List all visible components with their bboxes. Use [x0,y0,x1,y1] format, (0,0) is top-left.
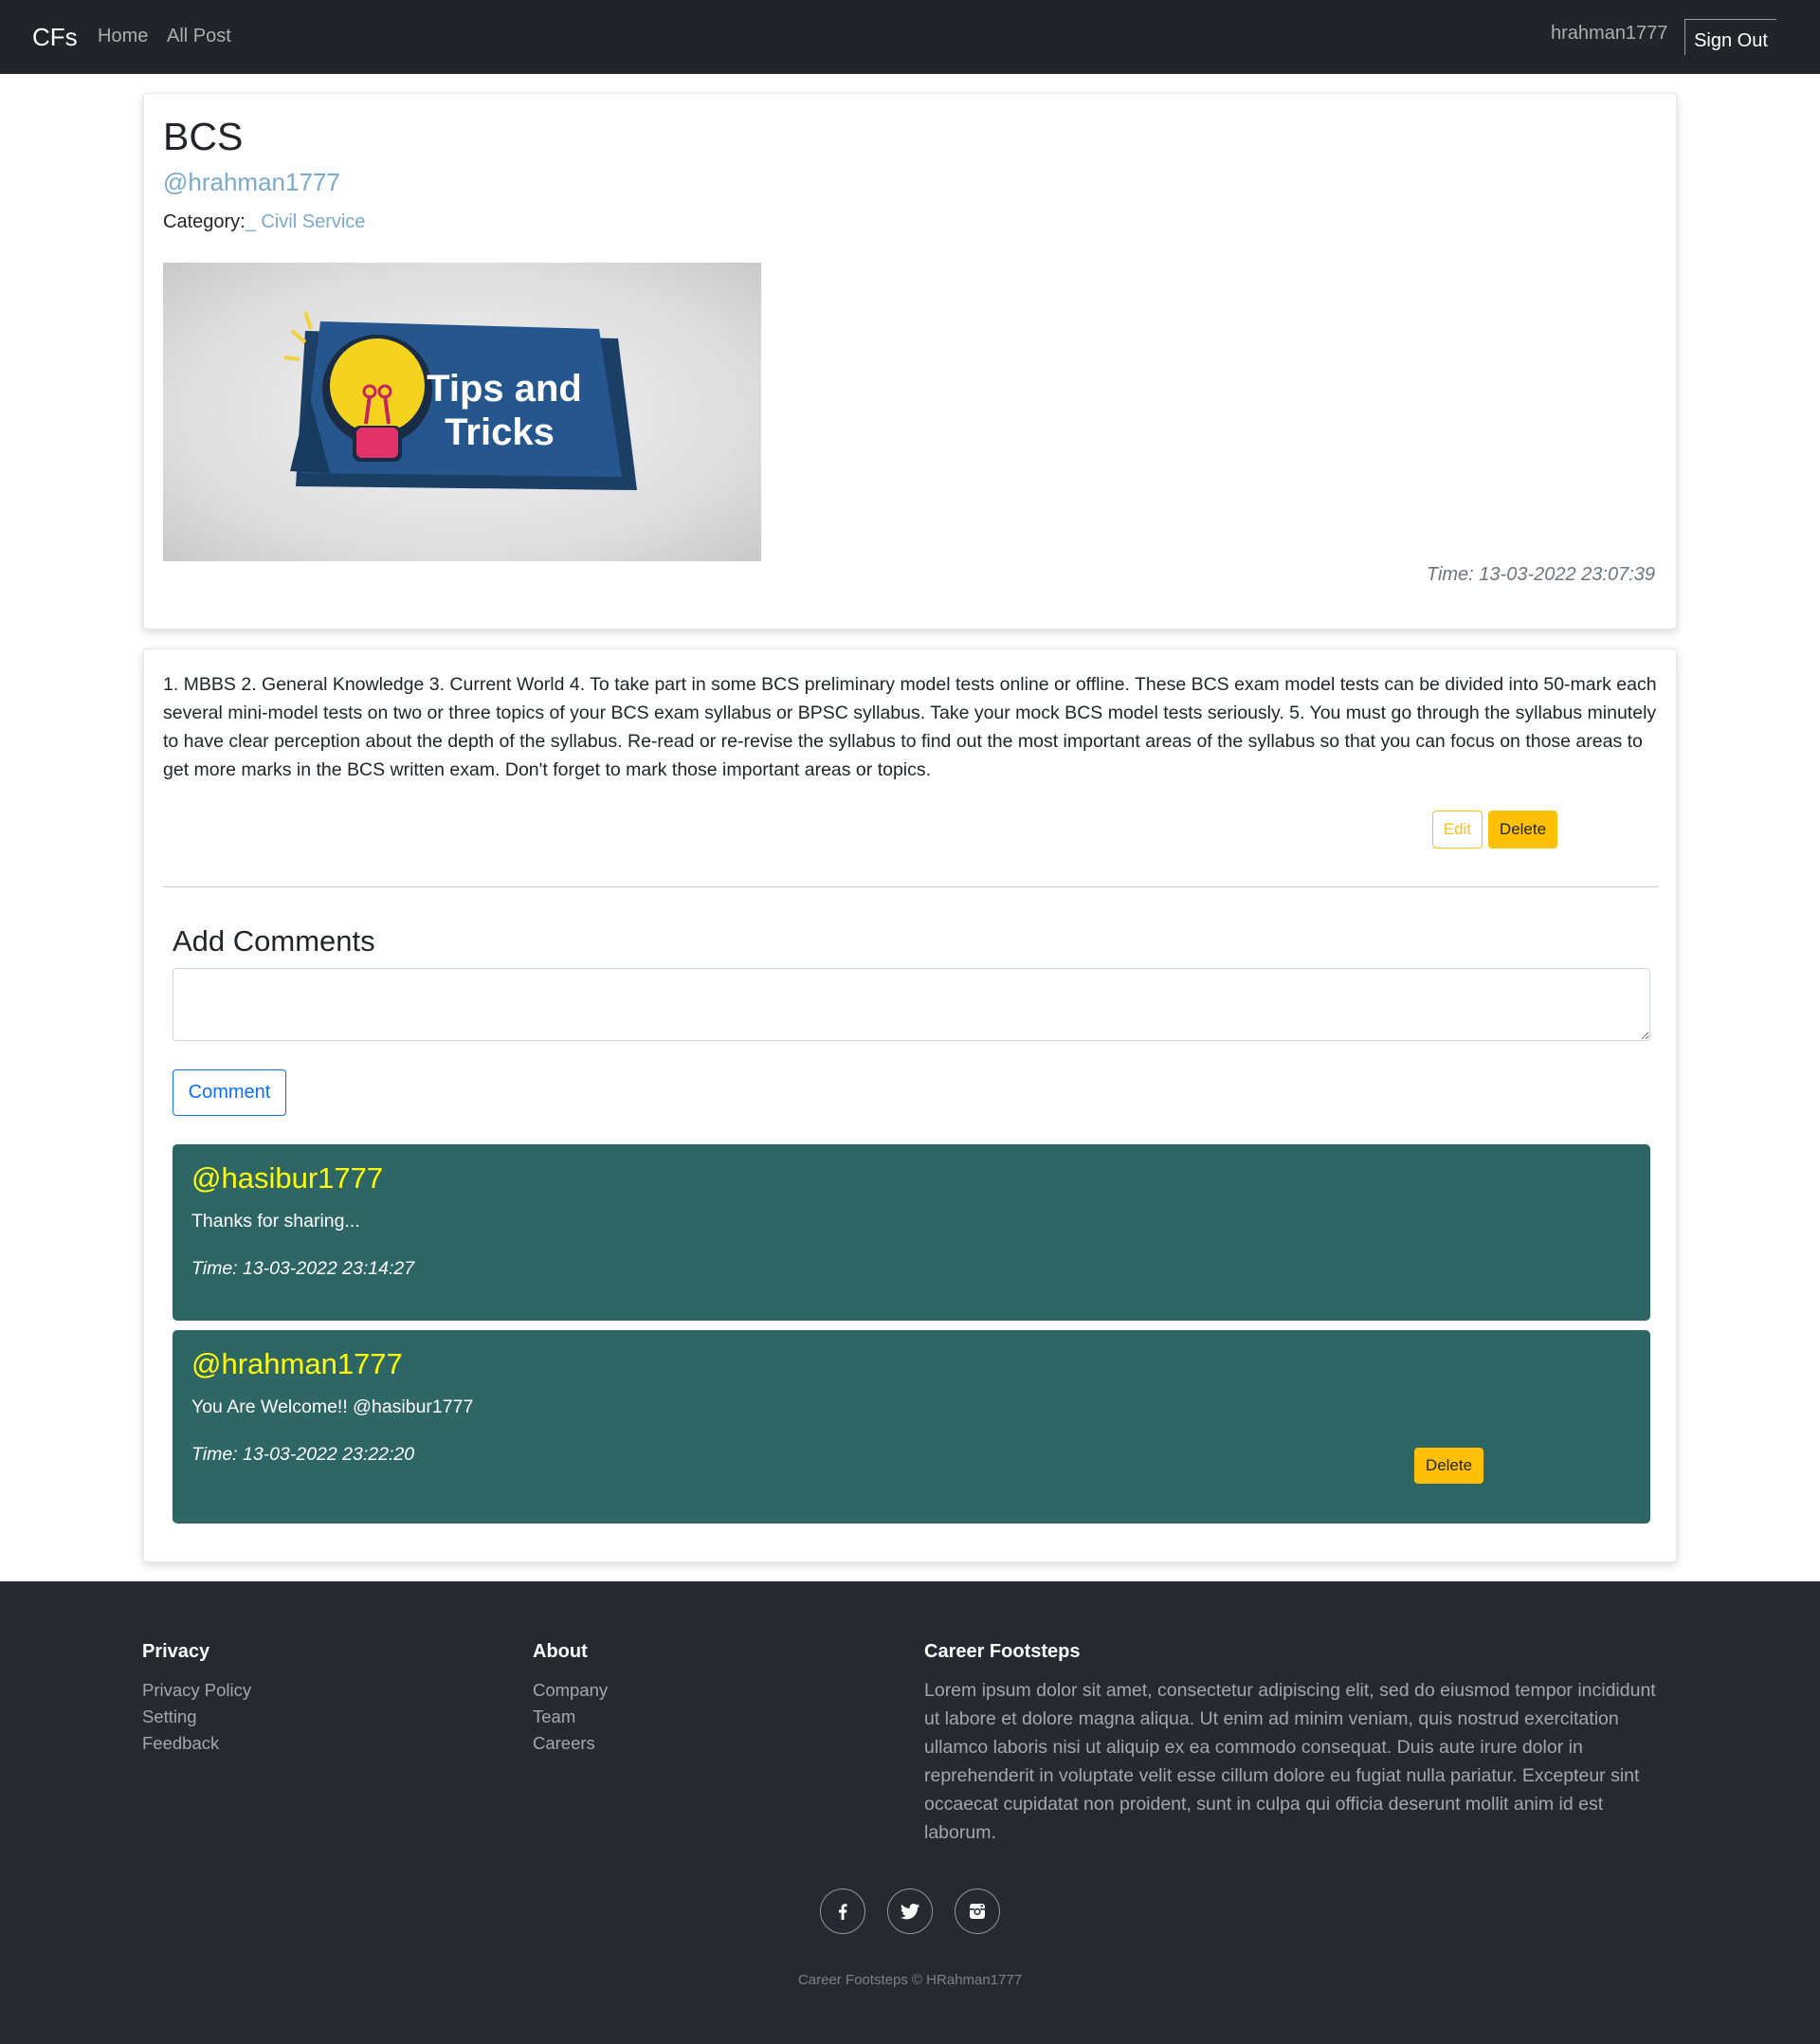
delete-post-button[interactable]: Delete [1488,811,1557,849]
image-text-line2: Tricks [445,411,555,453]
footer-link-team[interactable]: Team [533,1706,575,1727]
post-time: Time: 13-03-2022 23:07:39 [1426,564,1655,585]
footer-link-setting[interactable]: Setting [142,1706,197,1727]
footer: Privacy Privacy Policy Setting Feedback … [0,1581,1820,2044]
sign-out-button[interactable]: Sign Out [1684,19,1776,55]
comment-item: @hasibur1777 Thanks for sharing... Time:… [173,1144,1650,1321]
delete-comment-button[interactable]: Delete [1414,1448,1483,1484]
comment-item: @hrahman1777 You Are Welcome!! @hasibur1… [173,1330,1650,1524]
post-category: Category:_ Civil Service [163,211,365,233]
nav-home-link[interactable]: Home [98,26,148,47]
footer-link-careers[interactable]: Careers [533,1733,595,1754]
comment-time: Time: 13-03-2022 23:22:20 [191,1444,415,1465]
post-body-card: 1. MBBS 2. General Knowledge 3. Current … [143,648,1677,1562]
add-comments-heading: Add Comments [173,924,375,958]
twitter-icon[interactable] [887,1889,933,1934]
footer-link-privacy-policy[interactable]: Privacy Policy [142,1680,251,1701]
navbar: CFs Home All Post hrahman1777 Sign Out [0,0,1820,74]
image-text-line1: Tips and [427,368,582,410]
post-header-card: BCS @hrahman1777 Category:_ Civil Servic… [143,93,1677,630]
copyright-text: Career Footsteps © HRahman1777 [797,1972,1023,1988]
comment-text: Thanks for sharing... [191,1211,360,1232]
comment-text: You Are Welcome!! @hasibur1777 [191,1396,474,1417]
edit-post-button[interactable]: Edit [1432,811,1483,849]
divider [163,886,1659,887]
post-title: BCS [163,115,244,158]
nav-all-post-link[interactable]: All Post [167,26,231,47]
comment-author[interactable]: @hasibur1777 [191,1161,383,1195]
comment-time: Time: 13-03-2022 23:14:27 [191,1258,415,1279]
footer-link-feedback[interactable]: Feedback [142,1733,219,1754]
category-label: Category: [163,211,246,232]
comment-input[interactable] [173,968,1650,1041]
category-link[interactable]: _ Civil Service [246,211,366,232]
instagram-icon[interactable] [955,1889,1000,1934]
footer-career-heading: Career Footsteps [924,1641,1081,1662]
footer-privacy-heading: Privacy [142,1641,210,1662]
brand-logo[interactable]: CFs [32,23,78,52]
footer-career-description: Lorem ipsum dolor sit amet, consectetur … [924,1680,1656,1843]
post-author-link[interactable]: @hrahman1777 [163,168,340,197]
footer-link-company[interactable]: Company [533,1680,608,1701]
comment-author[interactable]: @hrahman1777 [191,1347,403,1381]
facebook-icon[interactable] [820,1889,865,1934]
post-image: Tips and Tricks [163,263,761,561]
tips-and-tricks-illustration: Tips and Tricks [283,311,637,490]
footer-about-heading: About [533,1641,588,1662]
post-body: 1. MBBS 2. General Knowledge 3. Current … [163,674,1657,780]
nav-username[interactable]: hrahman1777 [1551,23,1667,45]
comment-submit-button[interactable]: Comment [173,1069,286,1116]
